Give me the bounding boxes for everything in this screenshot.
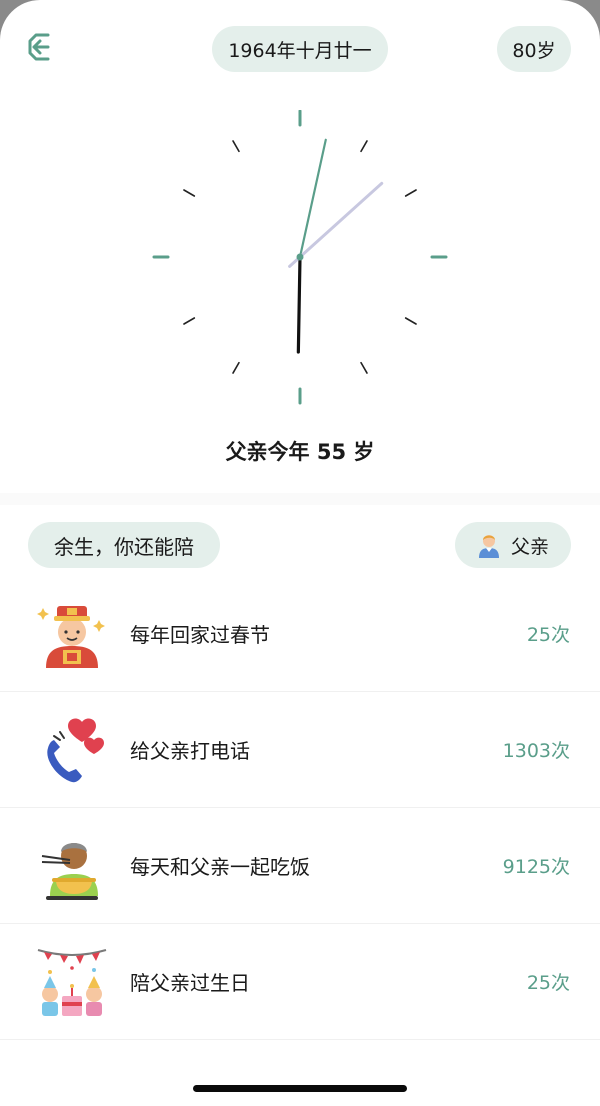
list-item[interactable]: 每年回家过春节 25次 [0, 576, 600, 692]
clock-tick [183, 317, 196, 325]
activity-count: 1303次 [502, 740, 570, 762]
age-title: 父亲今年 55 岁 [225, 440, 375, 464]
app-screen: 1964年十月廿一 80岁 父亲今年 55 岁 余生，你还能陪 父亲 每年回家过… [0, 0, 600, 1106]
back-icon[interactable] [26, 30, 60, 64]
activity-count: 25次 [526, 972, 570, 994]
activity-label: 给父亲打电话 [130, 739, 250, 763]
god-of-wealth-icon [37, 605, 105, 668]
remaining-label: 余生，你还能陪 [54, 534, 194, 559]
age-limit-badge[interactable]: 80岁 [497, 26, 571, 72]
clock-tick [404, 189, 417, 197]
activity-label: 陪父亲过生日 [130, 971, 250, 995]
clock-tick [404, 317, 417, 325]
birth-date-text: 1964年十月廿一 [228, 39, 372, 62]
clock-tick [360, 140, 368, 153]
list-item[interactable]: 陪父亲过生日 25次 [0, 924, 600, 1040]
activity-label: 每年回家过春节 [130, 623, 270, 647]
section-divider [0, 493, 600, 505]
eating-noodles-icon [41, 842, 98, 900]
activity-count: 9125次 [502, 856, 570, 878]
clock-tick [183, 189, 196, 197]
phone-hearts-icon [47, 718, 104, 782]
clock-face [152, 110, 448, 405]
list-item[interactable]: 给父亲打电话 1303次 [0, 692, 600, 808]
home-indicator[interactable] [193, 1085, 407, 1092]
clock-tick [360, 361, 368, 374]
person-selector[interactable]: 父亲 [455, 522, 571, 568]
activity-label: 每天和父亲一起吃饭 [130, 855, 310, 879]
birth-date-badge[interactable]: 1964年十月廿一 [212, 26, 388, 72]
hour-hand [296, 255, 302, 354]
clock-tick [232, 361, 240, 374]
second-hand [288, 181, 384, 268]
age-limit-text: 80岁 [512, 39, 556, 62]
minute-hand [298, 138, 327, 259]
clock-tick [232, 140, 240, 153]
clock-center-dot [296, 253, 304, 261]
activity-list: 每年回家过春节 25次 给父亲打电话 1303次 每天和父亲一起吃饭 9125次… [0, 576, 600, 1040]
birthday-party-icon [37, 948, 107, 1016]
remaining-label-badge: 余生，你还能陪 [28, 522, 220, 568]
person-label: 父亲 [510, 535, 549, 558]
list-item[interactable]: 每天和父亲一起吃饭 9125次 [0, 808, 600, 924]
activity-count: 25次 [526, 624, 570, 646]
man-avatar-icon [478, 535, 499, 558]
